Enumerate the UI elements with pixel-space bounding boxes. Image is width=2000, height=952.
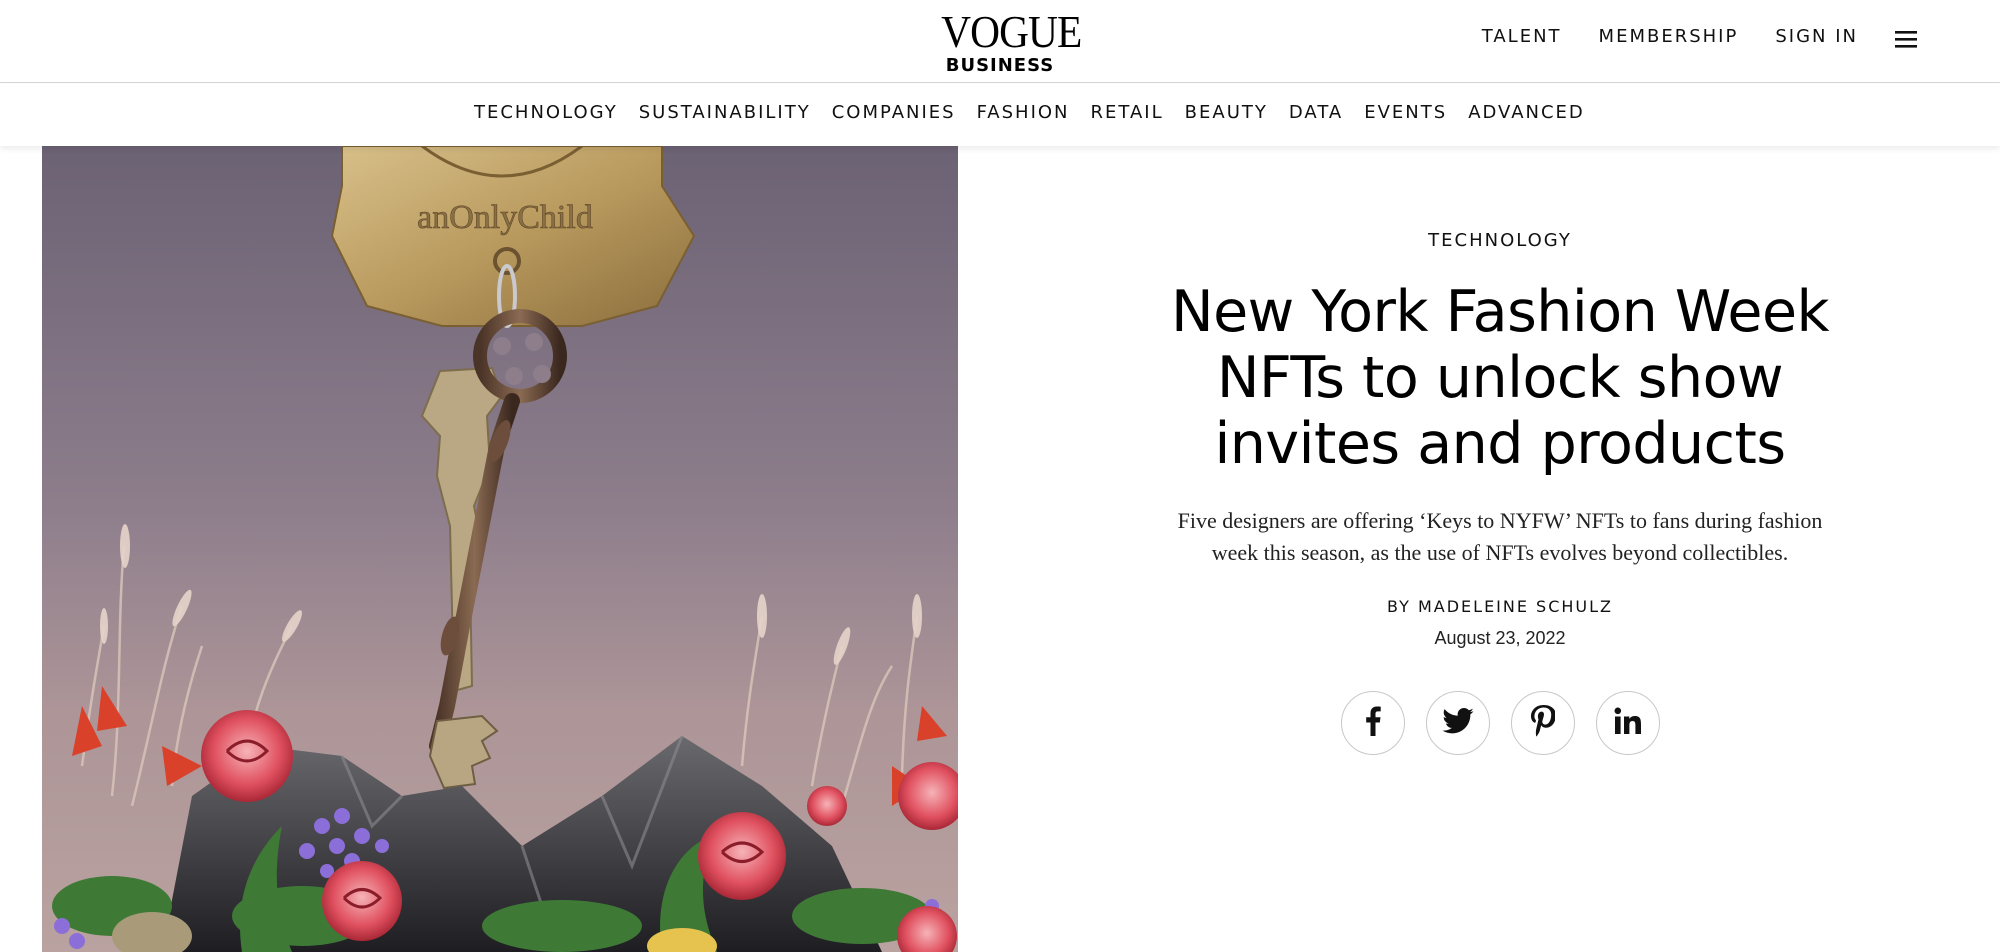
top-header: VOGUE BUSINESS TALENT MEMBERSHIP SIGN IN bbox=[0, 0, 2000, 83]
logo-wordmark: VOGUE bbox=[941, 7, 1082, 57]
share-pinterest-button[interactable] bbox=[1510, 691, 1575, 755]
article-dek: Five designers are offering ‘Keys to NYF… bbox=[1177, 508, 1823, 565]
section-nav: TECHNOLOGY SUSTAINABILITY COMPANIES FASH… bbox=[0, 84, 2000, 146]
share-facebook-button[interactable] bbox=[1340, 691, 1405, 755]
byline-prefix: BY bbox=[1387, 597, 1411, 616]
nav-retail[interactable]: RETAIL bbox=[1091, 102, 1164, 123]
nav-fashion[interactable]: FASHION bbox=[977, 102, 1070, 123]
article-category[interactable]: TECHNOLOGY bbox=[1150, 230, 1850, 251]
nav-technology[interactable]: TECHNOLOGY bbox=[474, 102, 618, 123]
share-buttons bbox=[1150, 691, 1850, 755]
byline: BY MADELEINE SCHULZ bbox=[1150, 597, 1850, 616]
tag-engraving: anOnlyChild bbox=[417, 199, 593, 236]
nav-advanced[interactable]: ADVANCED bbox=[1468, 102, 1585, 123]
nav-sustainability[interactable]: SUSTAINABILITY bbox=[639, 102, 811, 123]
talent-link[interactable]: TALENT bbox=[1482, 26, 1562, 47]
nav-beauty[interactable]: BEAUTY bbox=[1185, 102, 1268, 123]
author-link[interactable]: MADELEINE SCHULZ bbox=[1418, 597, 1613, 616]
hero-image: anOnlyChild bbox=[42, 146, 958, 952]
article-header: TECHNOLOGY New York Fashion Week NFTs to… bbox=[1150, 230, 1850, 755]
facebook-icon bbox=[1365, 706, 1381, 741]
linkedin-icon bbox=[1614, 707, 1642, 740]
membership-link[interactable]: MEMBERSHIP bbox=[1599, 26, 1739, 47]
publish-date: August 23, 2022 bbox=[1434, 628, 1566, 648]
hamburger-menu-icon[interactable] bbox=[1894, 30, 1918, 49]
pinterest-icon bbox=[1530, 704, 1556, 742]
share-linkedin-button[interactable] bbox=[1595, 691, 1660, 755]
sign-in-link[interactable]: SIGN IN bbox=[1775, 26, 1858, 47]
account-nav: TALENT MEMBERSHIP SIGN IN bbox=[1482, 26, 1858, 47]
vogue-business-logo[interactable]: VOGUE BUSINESS bbox=[936, 7, 1082, 76]
nav-events[interactable]: EVENTS bbox=[1364, 102, 1447, 123]
logo-subtitle: BUSINESS bbox=[945, 55, 1055, 76]
twitter-icon bbox=[1441, 707, 1474, 739]
article-headline: New York Fashion Week NFTs to unlock sho… bbox=[1170, 279, 1830, 477]
share-twitter-button[interactable] bbox=[1425, 691, 1490, 755]
nav-data[interactable]: DATA bbox=[1289, 102, 1343, 123]
nav-companies[interactable]: COMPANIES bbox=[832, 102, 956, 123]
